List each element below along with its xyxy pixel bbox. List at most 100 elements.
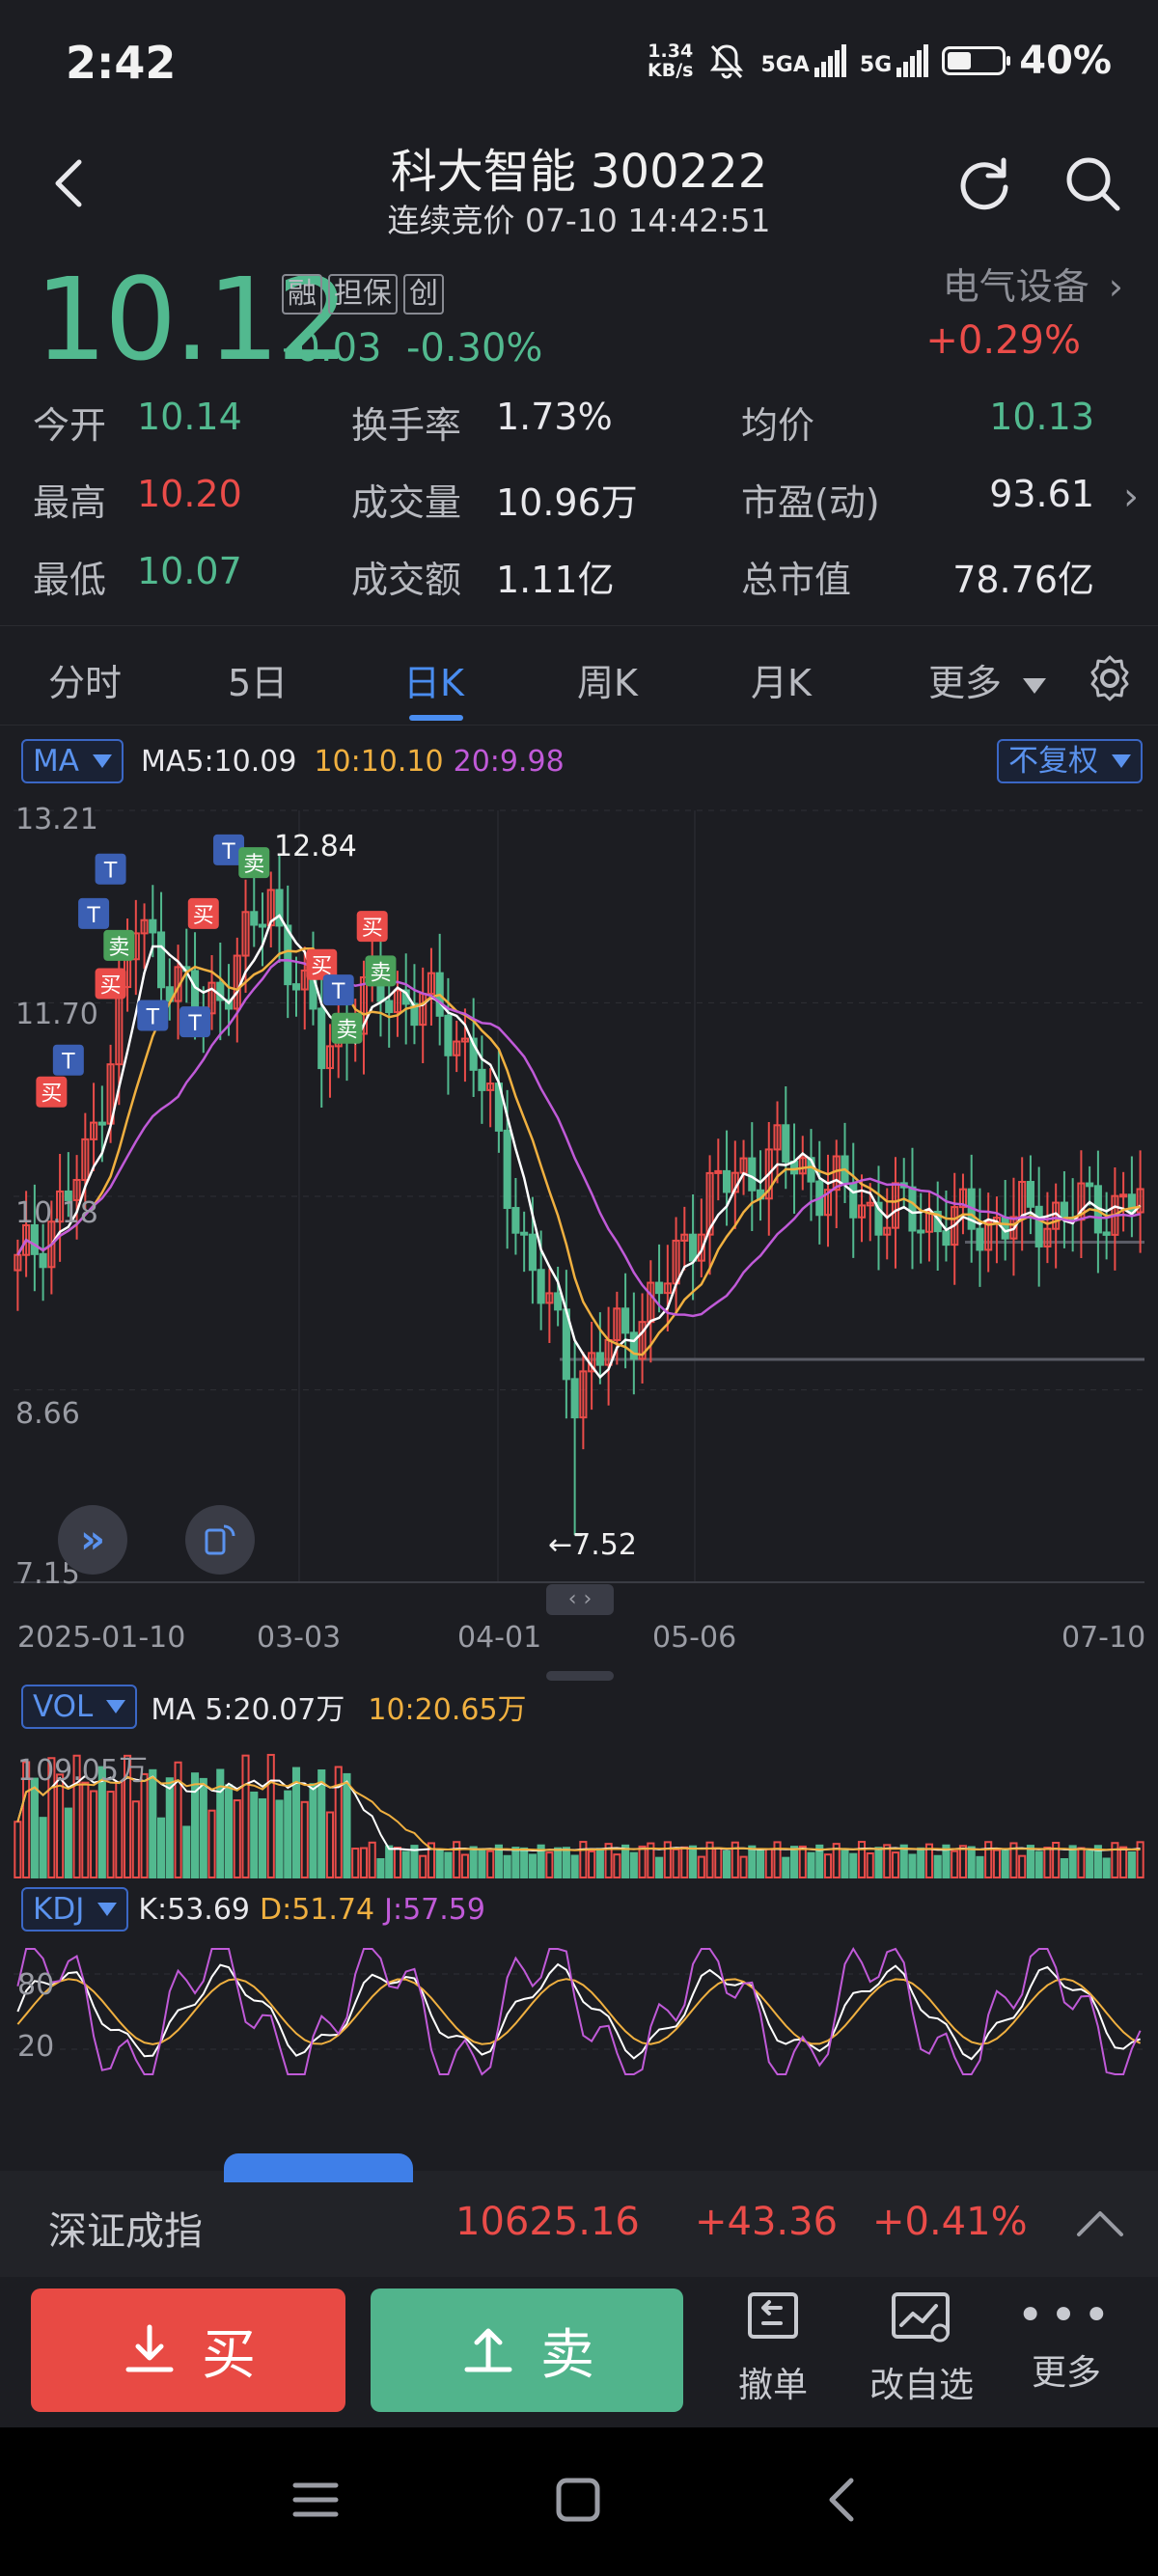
more-button[interactable]: ••• 更多 xyxy=(1004,2287,1129,2395)
volume-bar xyxy=(697,1855,705,1879)
tab-intraday[interactable]: 分时 xyxy=(48,653,122,706)
volume-bar xyxy=(807,1851,815,1878)
settings-gear-icon[interactable] xyxy=(1085,653,1135,703)
volume-bar xyxy=(773,1841,782,1878)
upload-arrow-icon xyxy=(464,2328,512,2372)
candle-body xyxy=(39,1252,47,1269)
back-nav-icon[interactable] xyxy=(822,2476,861,2524)
amount-value: 1.11亿 xyxy=(496,559,615,601)
volume-bar xyxy=(1068,1845,1077,1878)
volume-bar xyxy=(967,1846,976,1878)
volume-bar xyxy=(520,1847,529,1879)
download-arrow-icon xyxy=(125,2324,174,2372)
signal-sim2-icon: 5G xyxy=(860,44,929,77)
news-tab-peek[interactable] xyxy=(224,2153,413,2182)
candle-body xyxy=(156,931,166,989)
volume-bar xyxy=(976,1855,984,1878)
candle-body xyxy=(291,983,301,991)
volume-bar xyxy=(56,1773,65,1878)
chevron-right-icon[interactable]: › xyxy=(1123,475,1139,519)
volume-bar xyxy=(250,1791,259,1878)
cancel-order-button[interactable]: 撤单 xyxy=(710,2287,836,2407)
tab-daily-k[interactable]: 日K xyxy=(403,653,464,706)
trade-mark-label: 卖 xyxy=(336,1019,357,1043)
kdj-indicator-row: KDJ K:53.69 D:51.74 J:57.59 xyxy=(21,1887,485,1932)
chevron-up-icon[interactable] xyxy=(1075,2206,1125,2240)
volume-bar xyxy=(284,1790,292,1878)
sector-link[interactable]: 电气设备 › xyxy=(943,257,1123,310)
index-change: +43.36 xyxy=(695,2200,839,2244)
volume-bar xyxy=(933,1854,942,1879)
more-dots-icon: ••• xyxy=(1016,2288,1117,2343)
vol-selector[interactable]: VOL xyxy=(21,1685,138,1729)
volume-bar xyxy=(1119,1846,1128,1879)
chart-drag-handle[interactable]: ‹ › xyxy=(546,1584,614,1615)
index-ticker-bar[interactable]: 深证成指 10625.16 +43.36 +0.41% xyxy=(0,2153,1158,2277)
index-name: 深证成指 xyxy=(48,2209,203,2254)
sector-change: +0.29% xyxy=(925,318,1081,363)
candle-body xyxy=(748,1157,757,1192)
x-tick: 2025-01-10 xyxy=(17,1621,186,1655)
volume-bar xyxy=(106,1791,115,1878)
rotate-screen-icon[interactable] xyxy=(185,1505,255,1575)
candle-body xyxy=(520,1231,529,1236)
buy-button[interactable]: 买 xyxy=(31,2288,345,2412)
low-value: 10.07 xyxy=(137,550,242,592)
trade-mark-label: T xyxy=(331,980,345,1004)
vol-indicator-row: VOL MA 5:20.07万 10:20.65万 xyxy=(21,1685,527,1729)
trade-mark-label: 买 xyxy=(362,917,383,941)
volume-bar xyxy=(841,1848,849,1878)
price-change: -0.03 -0.30% xyxy=(282,326,543,370)
tab-5day[interactable]: 5日 xyxy=(228,653,288,706)
volume-bar xyxy=(866,1851,874,1879)
period-tabs: 分时 5日 日K 周K 月K 更多 xyxy=(0,625,1158,726)
volume-bar xyxy=(1001,1849,1009,1879)
kdj-j-line xyxy=(16,1947,1142,2076)
tab-weekly-k[interactable]: 周K xyxy=(577,653,638,706)
search-icon[interactable] xyxy=(1062,152,1123,214)
tab-monthly-k[interactable]: 月K xyxy=(751,653,812,706)
volume-bar xyxy=(655,1856,664,1879)
volume-bar xyxy=(511,1847,520,1879)
fast-forward-icon[interactable]: » xyxy=(58,1505,127,1575)
adjust-selector[interactable]: 不复权 xyxy=(997,739,1143,783)
volume-bar xyxy=(545,1851,554,1878)
volume-bar xyxy=(39,1817,47,1878)
volume-bar xyxy=(401,1850,410,1879)
refresh-icon[interactable] xyxy=(953,152,1015,214)
volume-bar xyxy=(798,1845,807,1878)
volume-bar xyxy=(782,1856,790,1879)
volume-bar xyxy=(419,1854,427,1878)
trade-mark-label: T xyxy=(221,840,235,864)
volume-bar xyxy=(199,1777,207,1878)
trade-mark-label: T xyxy=(86,904,100,928)
kdj-selector[interactable]: KDJ xyxy=(21,1887,129,1932)
candle-body xyxy=(621,1307,630,1334)
volume-bar xyxy=(224,1784,234,1879)
candle-body xyxy=(528,1233,537,1272)
volume-bar xyxy=(554,1847,563,1879)
ma-selector[interactable]: MA xyxy=(21,739,124,783)
y-tick: 8.66 xyxy=(15,1397,80,1431)
edit-watchlist-button[interactable]: 改自选 xyxy=(859,2287,984,2407)
kdj-d: D:51.74 xyxy=(260,1892,375,1927)
volume-bar xyxy=(1111,1842,1119,1878)
tab-more[interactable]: 更多 xyxy=(928,653,1047,706)
candle-body xyxy=(149,918,157,934)
volume-bar xyxy=(680,1846,689,1879)
volume-value: 10.96万 xyxy=(496,481,638,524)
status-icons: 1.34 KB/s 5GA 5G 40% xyxy=(648,39,1112,83)
sell-button[interactable]: 卖 xyxy=(371,2288,683,2412)
panel-resize-handle[interactable] xyxy=(546,1671,614,1681)
volume-bar xyxy=(714,1847,723,1878)
menu-icon[interactable] xyxy=(291,2478,340,2522)
volume-bar xyxy=(453,1841,461,1878)
trade-mark-label: T xyxy=(103,860,118,884)
volume-bar xyxy=(266,1753,275,1878)
volume-bar xyxy=(300,1800,309,1878)
volume-bar xyxy=(992,1849,1002,1879)
battery-percent: 40% xyxy=(1019,39,1112,83)
signal-sim1-icon: 5GA xyxy=(760,44,846,77)
trade-mark-label: 卖 xyxy=(243,853,264,877)
home-square-icon[interactable] xyxy=(554,2476,602,2524)
